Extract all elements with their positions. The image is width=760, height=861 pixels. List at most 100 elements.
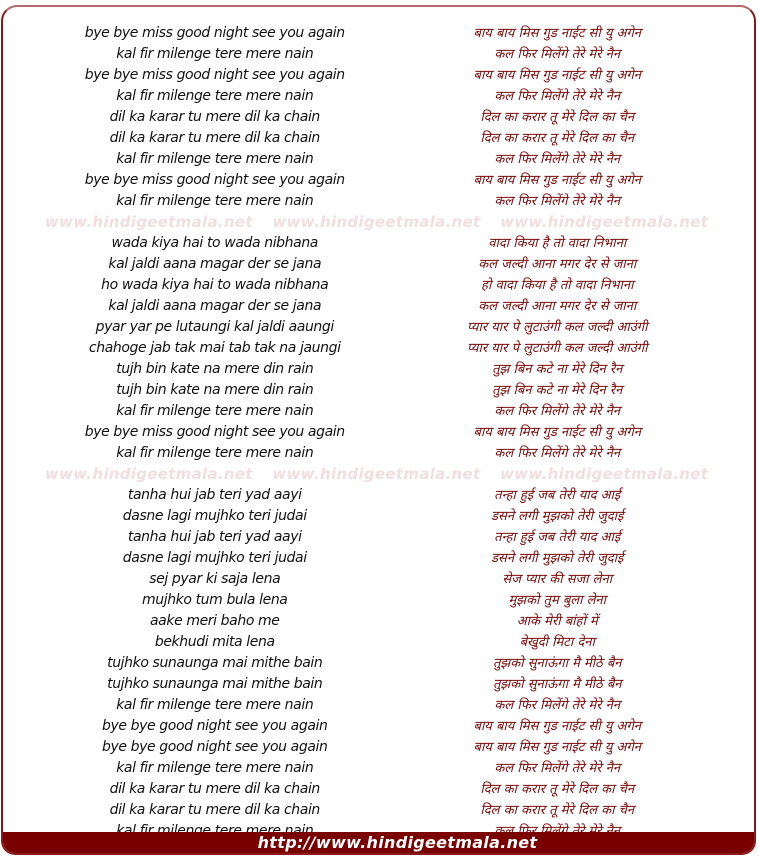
english-lyric: sej pyar ki saja lena: [149, 571, 281, 587]
lyric-line: kal jaldi aana magar der se jana कल जल्दी…: [3, 296, 754, 317]
hindi-lyric: कल जल्दी आना मगर देर से जाना: [478, 257, 637, 272]
english-lyric: kal fir milenge tere mere nain: [116, 445, 314, 461]
english-lyric: chahoge jab tak mai tab tak na jaungi: [88, 340, 341, 356]
hindi-lyric: बाय बाय मिस गुड नाईट सी यु अगेन: [473, 425, 641, 440]
watermark-text: www.hindigeetmala.net: [500, 213, 709, 231]
english-lyric: pyar yar pe lutaungi kal jaldi aaungi: [95, 319, 335, 335]
watermark-text: www.hindigeetmala.net: [44, 213, 253, 231]
lyric-line: mujhko tum bula lena मुझको तुम बुला लेना: [3, 590, 754, 611]
english-lyric: bye bye good night see you again: [102, 718, 328, 734]
hindi-lyric: डसने लगी मुझको तेरी जुदाई: [491, 551, 624, 566]
lyric-line: kal jaldi aana magar der se jana कल जल्दी…: [3, 254, 754, 275]
english-lyric: wada kiya hai to wada nibhana: [111, 235, 319, 251]
watermark-text: www.hindigeetmala.net: [272, 213, 481, 231]
stanza: bye bye miss good night see you again बाय…: [3, 23, 754, 212]
lyric-line: bye bye good night see you again बाय बाय …: [3, 716, 754, 737]
hindi-lyric: वादा किया है तो वादा निभाना: [488, 236, 627, 251]
hindi-lyric: प्यार यार पे लुटाउंगी कल जल्दी आउंगी: [467, 341, 648, 356]
english-lyric: tanha hui jab teri yad aayi: [127, 487, 302, 503]
english-lyric: dil ka karar tu mere dil ka chain: [109, 802, 321, 818]
hindi-lyric: हो वादा किया है तो वादा निभाना: [481, 278, 634, 293]
lyric-line: bekhudi mita lena बेखुदी मिटा देना: [3, 632, 754, 653]
english-lyric: kal fir milenge tere mere nain: [116, 697, 314, 713]
hindi-lyric: दिल का करार तू मेरे दिल का चैन: [480, 782, 635, 797]
lyric-line: kal fir milenge tere mere nain कल फिर मिल…: [3, 86, 754, 107]
english-lyric: kal jaldi aana magar der se jana: [108, 298, 322, 314]
hindi-lyric: कल फिर मिलेंगे तेरे मेरे नैन: [494, 404, 621, 419]
lyric-line: tanha hui jab teri yad aayi तन्हा हुई जब …: [3, 527, 754, 548]
lyric-line: dil ka karar tu mere dil ka chain दिल का …: [3, 800, 754, 821]
lyric-line: kal fir milenge tere mere nain कल फिर मिल…: [3, 401, 754, 422]
hindi-lyric: डसने लगी मुझको तेरी जुदाई: [491, 509, 624, 524]
hindi-lyric: तुझको सुनाऊंगा मै मीठे बैन: [493, 656, 622, 671]
watermark-row: www.hindigeetmala.net www.hindigeetmala.n…: [3, 212, 754, 233]
english-lyric: tujh bin kate na mere din rain: [116, 361, 314, 377]
english-lyric: tujhko sunaunga mai mithe bain: [107, 655, 323, 671]
watermark-text: www.hindigeetmala.net: [44, 465, 253, 483]
hindi-lyric: दिल का करार तू मेरे दिल का चैन: [480, 803, 635, 818]
hindi-lyric: कल फिर मिलेंगे तेरे मेरे नैन: [494, 47, 621, 62]
stanza: tanha hui jab teri yad aayi तन्हा हुई जब …: [3, 485, 754, 842]
english-lyric: dil ka karar tu mere dil ka chain: [109, 109, 321, 125]
lyric-line: bye bye good night see you again बाय बाय …: [3, 737, 754, 758]
lyric-line: dil ka karar tu mere dil ka chain दिल का …: [3, 128, 754, 149]
english-lyric: aake meri baho me: [150, 613, 280, 629]
hindi-lyric: बाय बाय मिस गुड नाईट सी यु अगेन: [473, 26, 641, 41]
lyric-line: dasne lagi mujhko teri judai डसने लगी मुझ…: [3, 548, 754, 569]
english-lyric: dasne lagi mujhko teri judai: [122, 508, 307, 524]
watermark-row: www.hindigeetmala.net www.hindigeetmala.n…: [3, 464, 754, 485]
lyric-line: dil ka karar tu mere dil ka chain दिल का …: [3, 779, 754, 800]
hindi-lyric: तुझ बिन कटे ना मेरे दिन रैन: [492, 383, 623, 398]
hindi-lyric: कल फिर मिलेंगे तेरे मेरे नैन: [494, 152, 621, 167]
lyric-line: tujh bin kate na mere din rain तुझ बिन कट…: [3, 359, 754, 380]
hindi-lyric: बाय बाय मिस गुड नाईट सी यु अगेन: [473, 740, 641, 755]
lyric-line: tujhko sunaunga mai mithe bain तुझको सुना…: [3, 674, 754, 695]
english-lyric: bye bye miss good night see you again: [84, 424, 345, 440]
lyrics-body: bye bye miss good night see you again बाय…: [3, 23, 754, 842]
site-url-link[interactable]: http://www.hindigeetmala.net: [220, 833, 538, 852]
hindi-lyric: कल फिर मिलेंगे तेरे मेरे नैन: [494, 446, 621, 461]
hindi-lyric: तुझ बिन कटे ना मेरे दिन रैन: [492, 362, 623, 377]
lyric-line: sej pyar ki saja lena सेज प्यार की सजा ले…: [3, 569, 754, 590]
lyric-line: bye bye miss good night see you again बाय…: [3, 422, 754, 443]
english-lyric: bye bye good night see you again: [102, 739, 328, 755]
lyrics-card: bye bye miss good night see you again बाय…: [1, 5, 756, 855]
english-lyric: tujh bin kate na mere din rain: [116, 382, 314, 398]
lyric-line: tujhko sunaunga mai mithe bain तुझको सुना…: [3, 653, 754, 674]
lyric-line: dil ka karar tu mere dil ka chain दिल का …: [3, 107, 754, 128]
english-lyric: dasne lagi mujhko teri judai: [122, 550, 307, 566]
english-lyric: mujhko tum bula lena: [142, 592, 288, 608]
lyric-line: bye bye miss good night see you again बाय…: [3, 170, 754, 191]
english-lyric: kal fir milenge tere mere nain: [116, 403, 314, 419]
english-lyric: tujhko sunaunga mai mithe bain: [107, 676, 323, 692]
lyric-line: chahoge jab tak mai tab tak na jaungi प्य…: [3, 338, 754, 359]
hindi-lyric: तन्हा हुई जब तेरी याद आई: [494, 530, 621, 545]
lyric-line: tujh bin kate na mere din rain तुझ बिन कट…: [3, 380, 754, 401]
lyric-line: kal fir milenge tere mere nain कल फिर मिल…: [3, 44, 754, 65]
footer-bar: http://www.hindigeetmala.net: [3, 832, 754, 853]
hindi-lyric: तुझको सुनाऊंगा मै मीठे बैन: [493, 677, 622, 692]
english-lyric: dil ka karar tu mere dil ka chain: [109, 130, 321, 146]
hindi-lyric: कल फिर मिलेंगे तेरे मेरे नैन: [494, 89, 621, 104]
english-lyric: kal jaldi aana magar der se jana: [108, 256, 322, 272]
hindi-lyric: कल जल्दी आना मगर देर से जाना: [478, 299, 637, 314]
lyric-line: pyar yar pe lutaungi kal jaldi aaungi प्य…: [3, 317, 754, 338]
lyric-line: kal fir milenge tere mere nain कल फिर मिल…: [3, 191, 754, 212]
hindi-lyric: कल फिर मिलेंगे तेरे मेरे नैन: [494, 761, 621, 776]
lyric-line: kal fir milenge tere mere nain कल फिर मिल…: [3, 695, 754, 716]
stanza: wada kiya hai to wada nibhana वादा किया ह…: [3, 233, 754, 464]
lyric-line: aake meri baho me आके मेरी बांहों में: [3, 611, 754, 632]
english-lyric: kal fir milenge tere mere nain: [116, 151, 314, 167]
lyric-line: wada kiya hai to wada nibhana वादा किया ह…: [3, 233, 754, 254]
lyric-line: kal fir milenge tere mere nain कल फिर मिल…: [3, 443, 754, 464]
english-lyric: bye bye miss good night see you again: [84, 25, 345, 41]
hindi-lyric: सेज प्यार की सजा लेना: [502, 572, 613, 587]
hindi-lyric: दिल का करार तू मेरे दिल का चैन: [480, 110, 635, 125]
english-lyric: kal fir milenge tere mere nain: [116, 760, 314, 776]
watermark-text: www.hindigeetmala.net: [272, 465, 481, 483]
hindi-lyric: बाय बाय मिस गुड नाईट सी यु अगेन: [473, 719, 641, 734]
hindi-lyric: कल फिर मिलेंगे तेरे मेरे नैन: [494, 194, 621, 209]
hindi-lyric: दिल का करार तू मेरे दिल का चैन: [480, 131, 635, 146]
lyric-line: ho wada kiya hai to wada nibhana हो वादा …: [3, 275, 754, 296]
lyric-line: dasne lagi mujhko teri judai डसने लगी मुझ…: [3, 506, 754, 527]
